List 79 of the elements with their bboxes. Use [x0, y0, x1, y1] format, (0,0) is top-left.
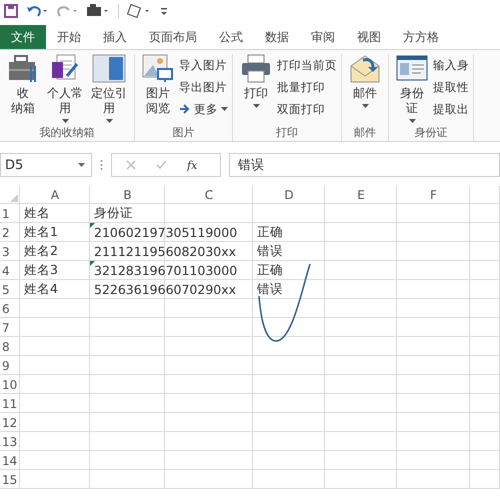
ribbon-small-button[interactable]: 批量打印	[277, 78, 337, 96]
ribbon-tab[interactable]: 数据	[254, 25, 300, 49]
ribbon-large-button[interactable]: 定位引 用	[88, 54, 130, 125]
ribbon-small-button[interactable]: 更多	[179, 100, 228, 118]
printer-icon	[240, 54, 272, 84]
name-box[interactable]: D5	[0, 153, 92, 177]
column-header[interactable]: E	[357, 188, 365, 202]
table-cell: 错误	[257, 281, 283, 298]
ribbon-large-button[interactable]: 打印	[237, 54, 275, 125]
row-header[interactable]: 14	[2, 454, 18, 468]
column-header[interactable]: B	[123, 188, 132, 202]
row-header[interactable]: 7	[2, 320, 10, 334]
table-cell: 正确	[257, 224, 283, 241]
picture-icon	[142, 54, 174, 84]
row-header[interactable]: 6	[2, 302, 10, 316]
ribbon-large-button[interactable]: 图片 阅览	[139, 54, 177, 125]
row-header[interactable]: 2	[2, 226, 10, 240]
group-label: 邮件	[353, 125, 377, 141]
table-cell: 姓名4	[24, 281, 58, 298]
ribbon-small-button[interactable]: 打印当前页	[277, 56, 337, 74]
ribbon-small-button[interactable]: 输入身	[433, 56, 469, 74]
ribbon-tab[interactable]: 页面布局	[138, 25, 208, 49]
ribbon-tab[interactable]: 审阅	[300, 25, 346, 49]
ribbon-tab[interactable]: 文件	[0, 25, 46, 49]
table-cell: 2111211956082030xx	[94, 244, 236, 259]
envelope-icon	[349, 54, 381, 84]
column-header[interactable]: A	[50, 188, 60, 202]
undo-icon[interactable]	[26, 4, 48, 18]
ribbon-large-button[interactable]: 收 纳箱	[4, 54, 42, 125]
panel-icon	[92, 54, 126, 84]
group-label: 身份证	[414, 125, 448, 141]
ribbon-tab[interactable]: 插入	[92, 25, 138, 49]
group-label: 我的收纳箱	[38, 125, 96, 141]
table-cell: 姓名1	[24, 224, 58, 241]
ribbon-large-button[interactable]: 个人常 用	[44, 54, 86, 125]
table-cell: 错误	[257, 243, 283, 260]
table-cell: 321283196701103000	[94, 263, 238, 278]
row-header[interactable]: 8	[2, 340, 10, 354]
table-cell: 姓名3	[24, 262, 58, 279]
formula-input[interactable]: 错误	[229, 153, 500, 177]
table-cell: 210602197305119000	[94, 225, 238, 240]
table-cell: 5226361966070290xx	[94, 282, 236, 297]
row-header[interactable]: 9	[2, 358, 10, 372]
ribbon-small-button[interactable]: 提取出	[433, 100, 469, 118]
ribbon-small-button[interactable]: 提取性	[433, 78, 469, 96]
caret-icon	[78, 163, 85, 167]
ribbon-tab[interactable]: 开始	[46, 25, 92, 49]
toolbox-icon	[7, 54, 39, 84]
row-header[interactable]: 5	[2, 282, 10, 296]
ribbon-tab[interactable]: 公式	[208, 25, 254, 49]
save-icon[interactable]	[4, 4, 18, 18]
table-cell: 姓名	[24, 205, 50, 222]
insert-function-button[interactable]: fx	[187, 158, 198, 172]
table-cell: 正确	[257, 262, 283, 279]
ribbon-tab[interactable]: 视图	[346, 25, 392, 49]
group-label: 打印	[275, 125, 299, 141]
shape-icon[interactable]	[127, 4, 151, 18]
toolbar-icon[interactable]	[86, 4, 110, 18]
row-header[interactable]: 12	[2, 416, 18, 430]
table-cell: 姓名2	[24, 243, 58, 260]
row-header[interactable]: 10	[2, 378, 18, 392]
ribbon-small-button[interactable]: 导入图片	[179, 56, 228, 74]
ribbon-large-button[interactable]: 邮件	[346, 54, 384, 125]
column-header[interactable]: C	[204, 188, 214, 202]
row-header[interactable]: 3	[2, 244, 10, 258]
row-header[interactable]: 1	[2, 206, 10, 220]
column-header[interactable]: F	[430, 188, 437, 202]
ribbon-small-button[interactable]: 导出图片	[179, 78, 228, 96]
group-label: 图片	[172, 125, 196, 141]
row-header[interactable]: 11	[2, 396, 18, 410]
row-header[interactable]: 13	[2, 434, 18, 448]
grip-icon	[100, 159, 103, 171]
column-header[interactable]: D	[284, 188, 294, 202]
row-header[interactable]: 15	[2, 472, 18, 486]
ribbon-large-button[interactable]: 身份 证	[393, 54, 431, 125]
row-header[interactable]: 4	[2, 264, 10, 278]
ribbon-tab[interactable]: 方方格	[392, 25, 450, 49]
table-cell: 身份证	[94, 205, 133, 222]
ribbon-small-button[interactable]: 双面打印	[277, 100, 337, 118]
